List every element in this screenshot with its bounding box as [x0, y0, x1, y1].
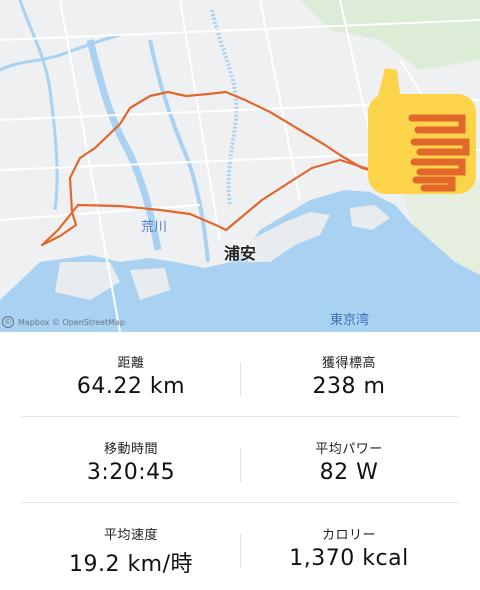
stat-avg-power: 平均パワー 82 W: [240, 418, 458, 502]
mapbox-logo-icon: ©: [2, 316, 14, 328]
stat-value: 3:20:45: [86, 460, 176, 485]
stat-value: 19.2 km/時: [68, 552, 194, 577]
city-label: 浦安: [224, 244, 257, 263]
map-attribution[interactable]: © Mapbox © OpenStreetMap: [2, 316, 125, 328]
bay-label: 東京湾: [330, 313, 370, 328]
stat-label: 平均速度: [103, 528, 158, 543]
stat-label: 獲得標高: [321, 356, 376, 371]
stat-label: カロリー: [321, 528, 376, 543]
activity-stats: 距離 64.22 km 獲得標高 238 m 移動時間 3:20:45 平均パワ…: [0, 332, 480, 590]
stats-row: 移動時間 3:20:45 平均パワー 82 W: [22, 418, 458, 503]
stat-elevation-gain: 獲得標高 238 m: [240, 332, 458, 416]
route-map[interactable]: 荒川 浦安 東京湾 © Mapbox © OpenStreetMap: [0, 0, 480, 332]
stat-moving-time: 移動時間 3:20:45: [22, 418, 240, 502]
stat-calories: カロリー 1,370 kcal: [240, 504, 458, 588]
stat-distance: 距離 64.22 km: [22, 332, 240, 416]
stat-avg-speed: 平均速度 19.2 km/時: [22, 504, 240, 588]
stat-value: 1,370 kcal: [289, 546, 409, 571]
stat-label: 移動時間: [103, 442, 158, 457]
stat-value: 82 W: [319, 460, 379, 485]
stat-value: 64.22 km: [76, 374, 186, 399]
stat-value: 238 m: [312, 374, 386, 399]
stat-label: 距離: [117, 356, 145, 371]
stats-row: 距離 64.22 km 獲得標高 238 m: [22, 332, 458, 417]
stat-label: 平均パワー: [315, 442, 383, 457]
river-label: 荒川: [141, 220, 168, 235]
attribution-text: Mapbox © OpenStreetMap: [18, 317, 125, 327]
stats-row: 平均速度 19.2 km/時 カロリー 1,370 kcal: [22, 504, 458, 588]
map-canvas: [0, 0, 480, 332]
